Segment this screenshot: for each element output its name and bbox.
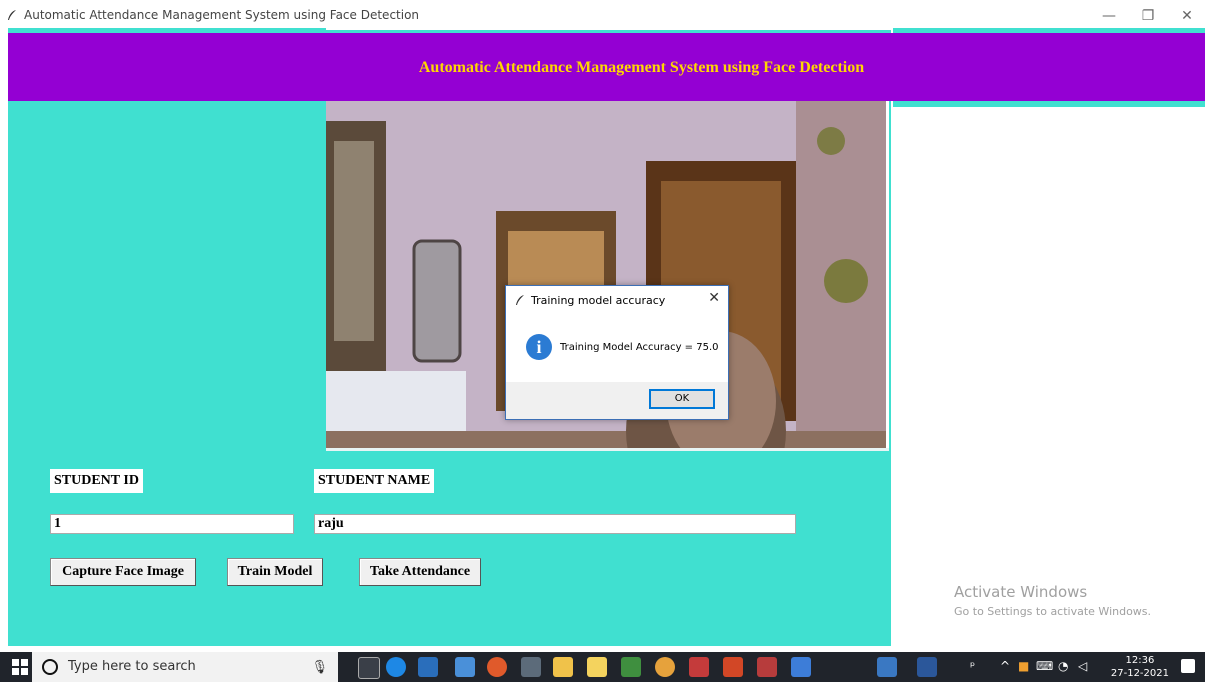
windows-start-icon[interactable] xyxy=(12,659,28,675)
dialog-footer: OK xyxy=(506,382,728,419)
decor-strip xyxy=(893,101,1205,107)
ok-button[interactable]: OK xyxy=(649,389,715,409)
volume-icon[interactable]: ◁ xyxy=(1078,659,1087,673)
clock-time: 12:36 xyxy=(1125,655,1155,666)
wifi-icon[interactable]: ◔ xyxy=(1058,659,1068,673)
mail-icon[interactable] xyxy=(418,657,438,677)
feather-icon xyxy=(8,10,16,20)
window-title: Automatic Attendance Management System u… xyxy=(24,8,420,22)
app-icon[interactable] xyxy=(757,657,777,677)
app-icon[interactable] xyxy=(621,657,641,677)
chevron-up-icon[interactable]: ^ xyxy=(1000,659,1010,673)
activate-title: Activate Windows xyxy=(954,583,1088,601)
python-icon[interactable] xyxy=(877,657,897,677)
activate-subtitle: Go to Settings to activate Windows. xyxy=(954,605,1152,618)
app-icon[interactable] xyxy=(689,657,709,677)
task-view-icon[interactable] xyxy=(358,657,380,679)
search-placeholder: Type here to search xyxy=(68,659,196,674)
student-id-label: STUDENT ID xyxy=(50,469,143,493)
dialog-close-button[interactable]: ✕ xyxy=(708,290,720,306)
store-icon[interactable] xyxy=(553,657,573,677)
dialog-message: Training Model Accuracy = 75.0 xyxy=(560,342,719,353)
keyboard-icon[interactable]: ⌨ xyxy=(1036,659,1053,673)
folder-icon[interactable] xyxy=(587,657,607,677)
notification-icon[interactable] xyxy=(1181,659,1195,673)
word-icon[interactable] xyxy=(917,657,937,677)
cortana-icon xyxy=(42,659,58,675)
window-title-bar: Automatic Attendance Management System u… xyxy=(0,0,1205,30)
app-icon[interactable] xyxy=(455,657,475,677)
info-icon: i xyxy=(526,334,552,360)
app-icon[interactable] xyxy=(791,657,811,677)
close-button[interactable]: ✕ xyxy=(1172,6,1202,26)
take-attendance-button[interactable]: Take Attendance xyxy=(359,558,481,586)
app-icon[interactable] xyxy=(487,657,507,677)
tray-app-icon[interactable]: ■ xyxy=(1018,659,1029,673)
terminal-icon[interactable] xyxy=(521,657,541,677)
student-name-input[interactable]: raju xyxy=(314,514,796,534)
activate-windows-watermark: Activate Windows Go to Settings to activ… xyxy=(954,583,1151,618)
header-bar: Automatic Attendance Management System u… xyxy=(8,33,1205,101)
powerpoint-icon[interactable] xyxy=(723,657,743,677)
feather-icon xyxy=(516,295,524,305)
maximize-button[interactable]: ❐ xyxy=(1133,6,1163,26)
header-title: Automatic Attendance Management System u… xyxy=(418,59,865,76)
student-name-label: STUDENT NAME xyxy=(314,469,435,493)
taskbar-search[interactable]: Type here to search 🎙 xyxy=(32,652,338,682)
minimize-button[interactable]: — xyxy=(1094,6,1124,26)
chrome-icon[interactable] xyxy=(655,657,675,677)
people-icon[interactable]: ᵖ xyxy=(970,659,975,673)
student-id-input[interactable]: 1 xyxy=(50,514,294,534)
train-model-button[interactable]: Train Model xyxy=(227,558,323,586)
microphone-icon[interactable]: 🎙 xyxy=(311,659,328,675)
clock-date: 27-12-2021 xyxy=(1110,668,1169,679)
capture-face-button[interactable]: Capture Face Image xyxy=(50,558,196,586)
taskbar-clock[interactable]: 12:36 27-12-2021 xyxy=(1111,654,1169,680)
camera-border xyxy=(326,448,889,451)
dialog-title: Training model accuracy xyxy=(531,294,666,307)
accuracy-dialog: Training model accuracy ✕ i Training Mod… xyxy=(505,285,729,420)
edge-icon[interactable] xyxy=(386,657,406,677)
taskbar: Type here to search 🎙 ᵖ ^ ■ ⌨ ◔ ◁ 12:36 … xyxy=(0,652,1205,682)
